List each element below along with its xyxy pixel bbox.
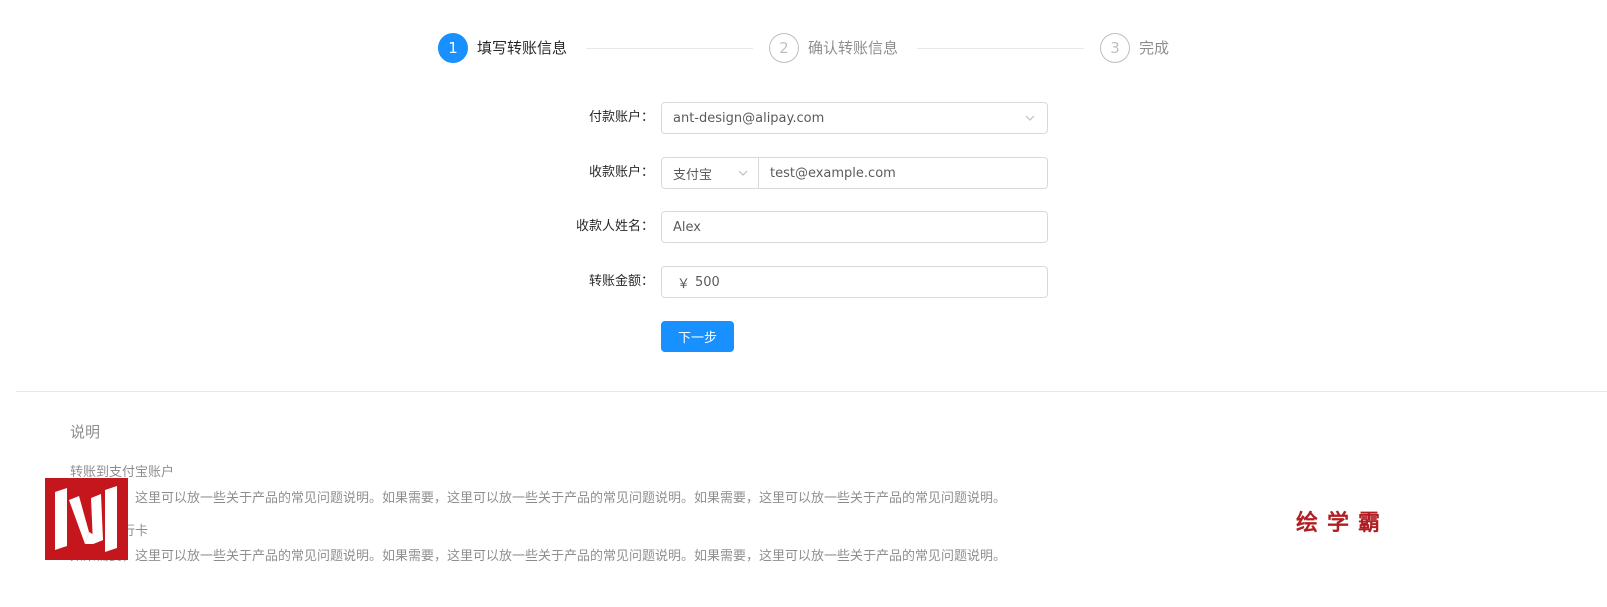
page: 1 填写转账信息 2 确认转账信息 3 完成 付款账户： ant-design@… [0, 0, 1607, 607]
brand-watermark: 绘学霸 [1296, 510, 1390, 536]
step-3-title: 完成 [1139, 39, 1170, 57]
step-3-icon: 3 [1100, 33, 1130, 63]
chevron-down-icon [738, 170, 748, 176]
receiver-label: 收款账户： [588, 165, 654, 180]
receiver-name-label: 收款人姓名： [575, 219, 654, 234]
receiver-name-input[interactable]: Alex [661, 211, 1048, 243]
amount-label: 转账金额： [588, 274, 654, 289]
step-1-icon: 1 [438, 33, 468, 63]
description-text-1: 如果需要，这里可以放一些关于产品的常见问题说明。如果需要，这里可以放一些关于产品… [70, 491, 1007, 506]
next-button[interactable]: 下一步 [661, 321, 734, 352]
step-2-icon: 2 [769, 33, 799, 63]
receiver-name-value: Alex [673, 219, 701, 235]
payer-account-select[interactable]: ant-design@alipay.com [661, 102, 1048, 134]
divider [16, 391, 1607, 392]
step-3: 3 完成 [1100, 32, 1169, 64]
currency-prefix: ￥ [677, 276, 691, 292]
step-2-title: 确认转账信息 [808, 39, 899, 57]
amount-input[interactable]: ￥ 500 [661, 266, 1048, 298]
amount-value: 500 [695, 274, 720, 290]
receiver-account-input[interactable]: test@example.com [759, 158, 896, 188]
description-text-2: 如果需要，这里可以放一些关于产品的常见问题说明。如果需要，这里可以放一些关于产品… [70, 549, 1007, 564]
receiver-type-value: 支付宝 [673, 167, 713, 183]
step-1: 1 填写转账信息 [438, 32, 567, 64]
receiver-account-group: 支付宝 test@example.com [661, 157, 1048, 189]
payer-label: 付款账户： [588, 110, 654, 125]
description-title: 说明 [70, 423, 101, 441]
step-connector-1 [586, 48, 753, 49]
step-2: 2 确认转账信息 [769, 32, 898, 64]
w-logo-icon [45, 478, 128, 560]
payer-account-value: ant-design@alipay.com [673, 110, 825, 126]
step-1-title: 填写转账信息 [477, 39, 568, 57]
step-connector-2 [917, 48, 1084, 49]
receiver-type-select[interactable]: 支付宝 [662, 158, 759, 188]
chevron-down-icon [1025, 115, 1035, 121]
receiver-account-value: test@example.com [770, 165, 896, 181]
